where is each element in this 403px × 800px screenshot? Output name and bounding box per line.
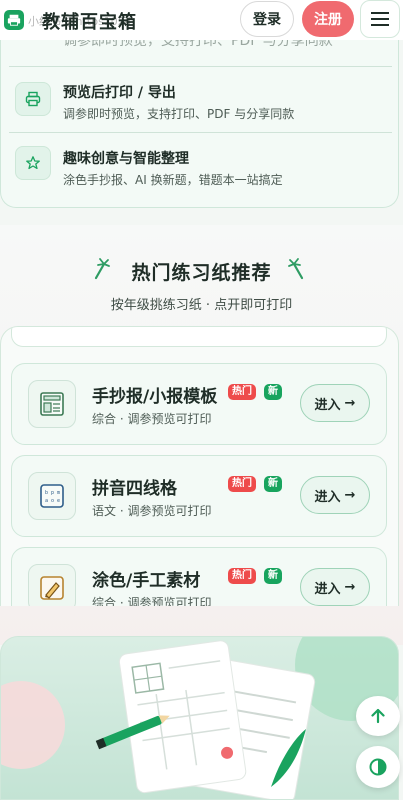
- feature-title-print: 预览后打印 / 导出: [63, 85, 176, 101]
- worksheet-list: 手抄报/小报模板 热门 新 综合 · 调参预览可打印 进入 → b p m a o…: [0, 326, 399, 606]
- worksheet-illustration: [1, 637, 398, 799]
- list-item[interactable]: 手抄报/小报模板 热门 新 综合 · 调参预览可打印 进入 →: [11, 363, 387, 445]
- clipped-feature-text: 调参即时预览，支持打印、PDF 与分享同款: [63, 40, 333, 48]
- new-badge: 新: [264, 476, 282, 492]
- enter-label: 进入: [314, 581, 341, 597]
- feature-desc-print: 调参即时预览，支持打印、PDF 与分享同款: [63, 107, 295, 121]
- illustration-banner: [0, 636, 399, 800]
- printer-icon: [15, 82, 51, 116]
- divider: [9, 66, 392, 67]
- hot-badge: 热门: [228, 476, 256, 492]
- features-card: 调参即时预览，支持打印、PDF 与分享同款 预览后打印 / 导出 调参即时预览，…: [0, 40, 399, 208]
- enter-label: 进入: [314, 489, 341, 505]
- new-badge: 新: [264, 384, 282, 400]
- hamburger-menu-icon[interactable]: [360, 0, 400, 38]
- item-subtitle: 综合 · 调参预览可打印: [92, 412, 212, 426]
- section-subtitle: 按年级挑练习纸 · 点开即可打印: [110, 298, 293, 313]
- leaf-decoration-icon: [288, 258, 304, 280]
- enter-label: 进入: [314, 397, 341, 413]
- enter-button[interactable]: 进入 →: [300, 384, 370, 422]
- template-layout-icon: [28, 380, 76, 428]
- printer-logo-icon[interactable]: [4, 10, 24, 30]
- list-item[interactable]: b p m a o e 拼音四线格 热门 新 语文 · 调参预览可打印 进入 →: [11, 455, 387, 537]
- scroll-top-button[interactable]: [356, 696, 400, 736]
- hot-badge: 热门: [228, 568, 256, 584]
- hot-badge: 热门: [228, 384, 256, 400]
- svg-text:a o e: a o e: [45, 498, 60, 504]
- login-button[interactable]: 登录: [240, 1, 294, 37]
- item-subtitle: 语文 · 调参预览可打印: [92, 504, 212, 518]
- enter-button[interactable]: 进入 →: [300, 568, 370, 606]
- top-header: 小红书 @https1024 教辅百宝箱 登录 注册: [0, 0, 403, 40]
- arrow-right-icon: →: [344, 395, 356, 411]
- item-subtitle: 综合 · 调参预览可打印: [92, 596, 212, 606]
- list-item[interactable]: 涂色/手工素材 热门 新 综合 · 调参预览可打印 进入 →: [11, 547, 387, 606]
- item-title: 涂色/手工素材: [92, 571, 201, 591]
- theme-toggle-button[interactable]: [356, 746, 400, 788]
- brand-title[interactable]: 教辅百宝箱: [42, 8, 137, 34]
- enter-button[interactable]: 进入 →: [300, 476, 370, 514]
- arrow-up-icon: [371, 708, 385, 724]
- divider: [9, 132, 392, 133]
- svg-text:b p m: b p m: [45, 490, 60, 496]
- star-icon: [15, 146, 51, 180]
- item-title: 手抄报/小报模板: [92, 387, 218, 407]
- section-title: 热门练习纸推荐: [131, 262, 272, 284]
- craft-pencil-icon: [28, 564, 76, 606]
- list-top-strip: [11, 327, 387, 347]
- feature-title-creative: 趣味创意与智能整理: [63, 151, 189, 167]
- arrow-right-icon: →: [344, 579, 356, 595]
- arrow-right-icon: →: [344, 487, 356, 503]
- item-title: 拼音四线格: [92, 479, 177, 499]
- new-badge: 新: [264, 568, 282, 584]
- theme-toggle-icon: [369, 758, 387, 776]
- feature-desc-creative: 涂色手抄报、AI 换新题，错题本一站搞定: [63, 173, 283, 187]
- register-button[interactable]: 注册: [302, 1, 354, 37]
- pinyin-grid-icon: b p m a o e: [28, 472, 76, 520]
